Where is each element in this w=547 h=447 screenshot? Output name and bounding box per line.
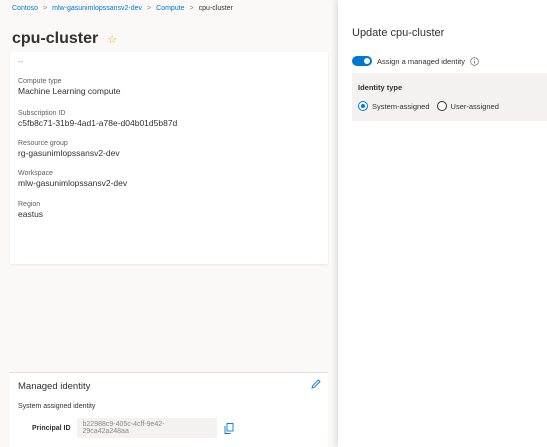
user-assigned-label[interactable]: User-assigned <box>451 102 499 111</box>
property-label: Compute type <box>18 78 62 85</box>
property-value: Machine Learning compute <box>18 86 121 96</box>
property-resource-group: Resource group rg-gasunimlopssansv2-dev <box>18 139 120 159</box>
identity-type-label: Identity type <box>358 83 403 92</box>
principal-id-value: b22988c9-405c-4cff-9e42-29ca42a248aa <box>76 418 217 438</box>
breadcrumb-workspace[interactable]: mlw-gasunimlopssansv2-dev <box>52 5 142 12</box>
breadcrumb-current: cpu-cluster <box>198 5 233 12</box>
property-value: c5fb8c71-31b9-4ad1-a78e-d04b01d5b87d <box>18 118 178 128</box>
property-region: Region eastus <box>18 200 43 220</box>
user-assigned-radio[interactable] <box>436 101 447 111</box>
managed-identity-toggle-row: Assign a managed identity <box>352 56 479 66</box>
panel-title: Update cpu-cluster <box>352 27 445 39</box>
breadcrumb-compute[interactable]: Compute <box>156 5 184 12</box>
principal-id-row: Principal ID b22988c9-405c-4cff-9e42-29c… <box>32 418 234 438</box>
info-icon[interactable] <box>470 56 479 66</box>
system-assigned-label[interactable]: System-assigned <box>372 102 430 111</box>
update-panel: Update cpu-cluster Assign a managed iden… <box>338 0 547 447</box>
breadcrumb-separator: > <box>189 5 194 12</box>
property-compute-type: Compute type Machine Learning compute <box>18 77 121 97</box>
property-value: eastus <box>18 209 44 219</box>
breadcrumb-separator: > <box>43 5 48 12</box>
pencil-icon[interactable] <box>310 378 322 390</box>
breadcrumb-separator: > <box>147 5 152 12</box>
breadcrumb: Contoso > mlw-gasunimlopssansv2-dev > Comput… <box>12 5 233 12</box>
identity-type-section: Identity type System-assigned User-assig… <box>352 73 547 121</box>
principal-id-label: Principal ID <box>32 424 71 432</box>
property-label: Workspace <box>18 170 53 177</box>
title-row: cpu-cluster ☆ <box>12 30 117 48</box>
assign-managed-identity-toggle[interactable] <box>352 56 372 66</box>
property-label: Region <box>18 201 41 208</box>
property-value: rg-gasunimlopssansv2-dev <box>18 148 120 158</box>
managed-identity-card: Managed identity System assigned identit… <box>10 372 328 447</box>
system-assigned-radio[interactable] <box>358 101 368 111</box>
managed-identity-title: Managed identity <box>18 381 91 392</box>
property-label: Resource group <box>18 140 68 147</box>
identity-type-radio-group: System-assigned User-assigned <box>358 101 506 111</box>
property-label: Subscription ID <box>18 110 66 117</box>
compute-details-page: Contoso > mlw-gasunimlopssansv2-dev > Comput… <box>0 0 338 447</box>
properties-card: -- Compute type Machine Learning compute… <box>10 52 328 264</box>
property-subscription-id: Subscription ID c5fb8c71-31b9-4ad1-a78e-… <box>18 109 177 129</box>
description-placeholder: -- <box>18 57 24 66</box>
property-workspace: Workspace mlw-gasunimlopssansv2-dev <box>18 169 127 189</box>
toggle-knob <box>364 58 370 64</box>
copy-icon[interactable] <box>224 422 234 434</box>
page-title: cpu-cluster <box>12 30 99 47</box>
toggle-label: Assign a managed identity <box>377 56 465 66</box>
system-assigned-identity-label: System assigned identity <box>18 403 96 410</box>
property-value: mlw-gasunimlopssansv2-dev <box>18 178 128 188</box>
breadcrumb-contoso[interactable]: Contoso <box>12 5 38 12</box>
star-icon[interactable]: ☆ <box>107 33 117 46</box>
